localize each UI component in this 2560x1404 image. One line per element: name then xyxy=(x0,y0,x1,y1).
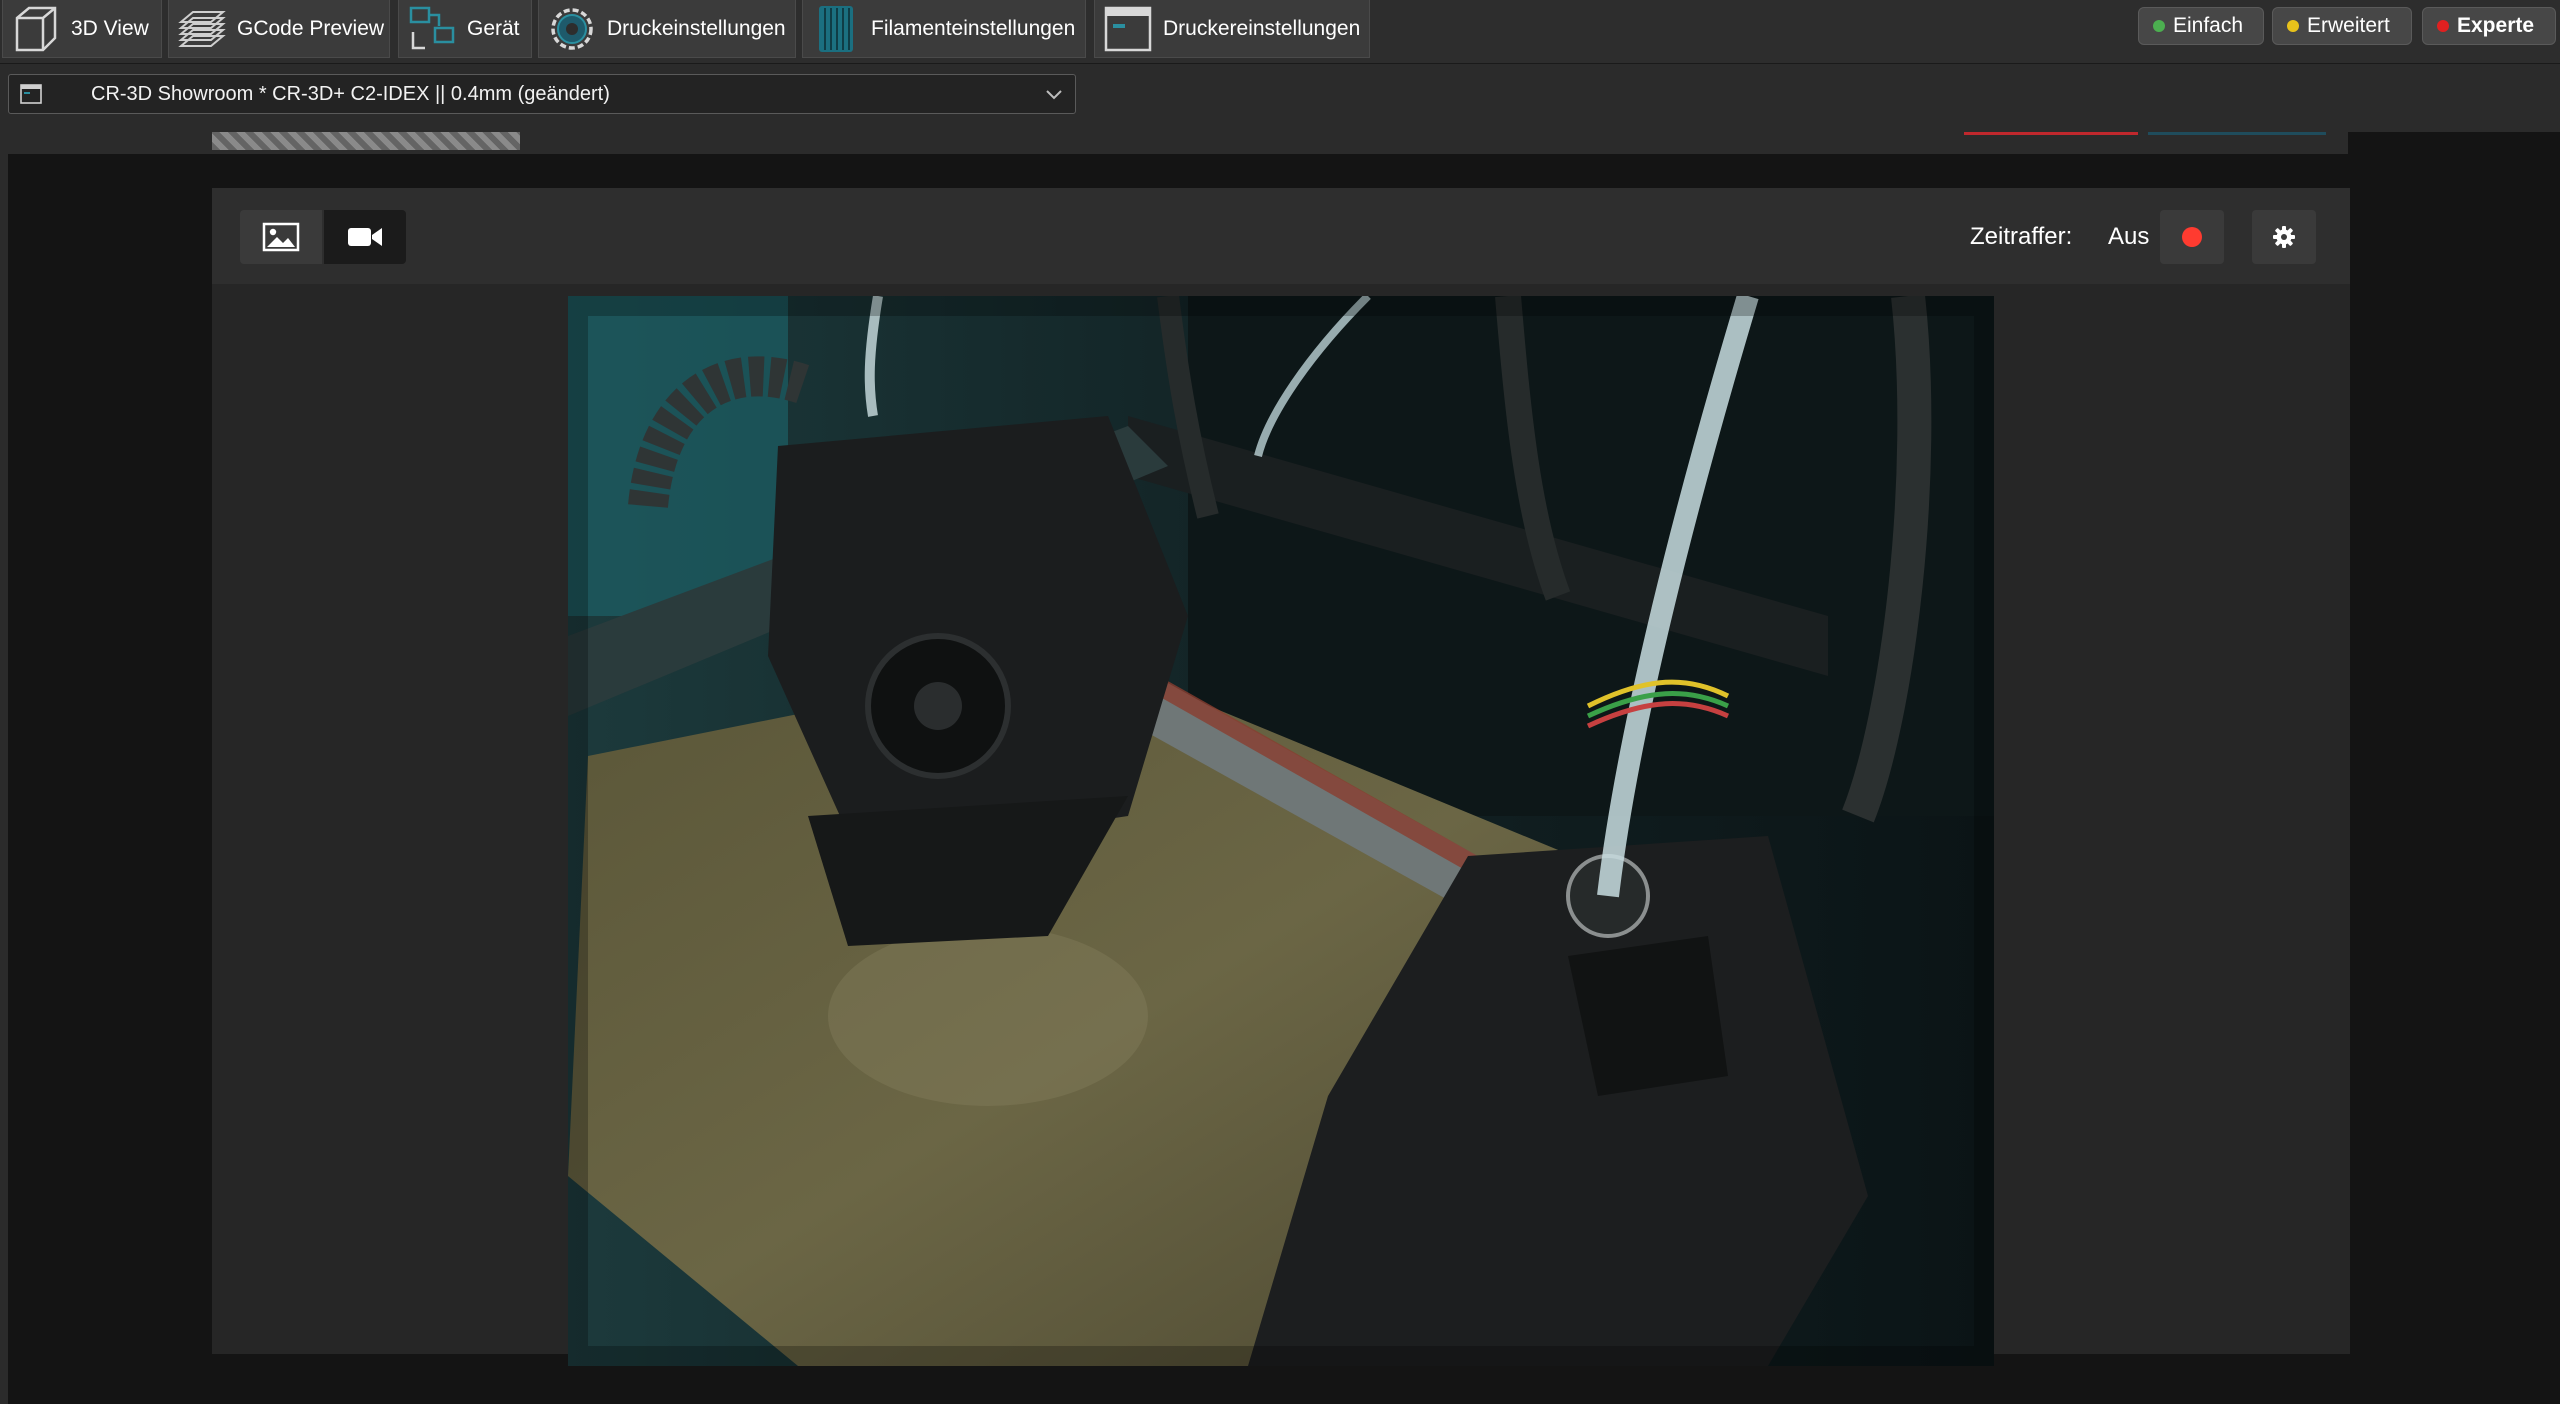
printer-preset-bar: CR-3D Showroom * CR-3D+ C2-IDEX || 0.4mm… xyxy=(0,64,2560,132)
mode-experte-button[interactable]: Experte xyxy=(2422,7,2556,45)
mode-einfach-label: Einfach xyxy=(2173,14,2244,37)
printer-preset-dropdown[interactable]: CR-3D Showroom * CR-3D+ C2-IDEX || 0.4mm… xyxy=(8,74,1076,114)
camera-feed-image xyxy=(568,296,1994,1366)
snapshot-button[interactable] xyxy=(240,210,322,264)
device-icon xyxy=(409,6,455,49)
mode-experte-label: Experte xyxy=(2457,14,2535,37)
tab-gcode-preview[interactable]: GCode Preview xyxy=(168,0,390,58)
layers-icon xyxy=(178,10,226,47)
plate-thumbnail xyxy=(212,132,520,150)
gear-icon xyxy=(2273,226,2295,248)
timelapse-record-button[interactable] xyxy=(2160,210,2224,264)
camera-panel: Zeitraffer: Aus xyxy=(212,188,2350,1366)
tab-3d-view[interactable]: 3D View xyxy=(2,0,162,58)
camera-live-feed xyxy=(568,296,1994,1366)
tab-geraet-label: Gerät xyxy=(467,16,520,40)
video-camera-icon xyxy=(348,228,382,246)
video-stream-button[interactable] xyxy=(324,210,406,264)
timelapse-status: Aus xyxy=(2108,223,2150,250)
status-indicator-red xyxy=(1964,132,2138,135)
device-content-area: Zeitraffer: Aus xyxy=(8,132,2560,1404)
chevron-down-icon[interactable] xyxy=(1043,83,1065,105)
tab-filamenteinstellungen-label: Filamenteinstellungen xyxy=(871,16,1076,40)
camera-settings-button[interactable] xyxy=(2252,210,2316,264)
tab-druckeinstellungen[interactable]: Druckeinstellungen xyxy=(538,0,796,58)
printer-preset-icon xyxy=(20,84,42,104)
cube-icon xyxy=(15,6,57,51)
timelapse-label: Zeitraffer: xyxy=(1970,223,2073,250)
mode-erweitert-label: Erweitert xyxy=(2307,14,2390,37)
tab-druckereinstellungen-label: Druckereinstellungen xyxy=(1163,16,1361,40)
camera-panel-header: Zeitraffer: Aus xyxy=(212,188,2350,284)
device-status-strip xyxy=(8,132,2348,154)
mode-indicator-icon xyxy=(2437,20,2449,32)
gear-icon xyxy=(551,7,593,50)
mode-indicator-icon xyxy=(2287,20,2299,32)
tab-gcode-preview-label: GCode Preview xyxy=(237,16,385,40)
filament-spool-icon xyxy=(819,5,853,52)
tab-filamenteinstellungen[interactable]: Filamenteinstellungen xyxy=(802,0,1086,58)
image-icon xyxy=(262,222,300,252)
printer-preset-label: CR-3D Showroom * CR-3D+ C2-IDEX || 0.4mm… xyxy=(91,82,610,105)
tab-geraet[interactable]: Gerät xyxy=(398,0,532,58)
mode-indicator-icon xyxy=(2153,20,2165,32)
mode-einfach-button[interactable]: Einfach xyxy=(2138,7,2264,45)
main-toolbar: 3D View GCode Preview Gerät Druckeinstel… xyxy=(0,0,2560,64)
printer-window-icon xyxy=(1104,6,1152,51)
tab-druckeinstellungen-label: Druckeinstellungen xyxy=(607,16,786,40)
record-icon xyxy=(2182,227,2202,247)
mode-erweitert-button[interactable]: Erweitert xyxy=(2272,7,2412,45)
status-indicator-teal xyxy=(2148,132,2326,135)
tab-3d-view-label: 3D View xyxy=(71,16,149,40)
tab-druckereinstellungen[interactable]: Druckereinstellungen xyxy=(1094,0,1370,58)
